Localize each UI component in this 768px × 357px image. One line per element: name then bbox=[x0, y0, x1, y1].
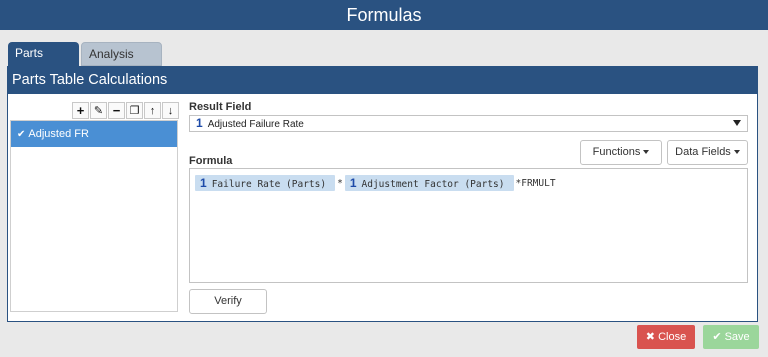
tab-analysis-tree[interactable]: Analysis Tree bbox=[81, 42, 162, 83]
functions-label: Functions bbox=[592, 146, 641, 158]
copy-icon: ❐ bbox=[129, 105, 140, 117]
plus-icon: + bbox=[76, 103, 85, 118]
data-fields-button[interactable]: Data Fields bbox=[667, 140, 748, 165]
move-down-button[interactable]: ↓ bbox=[162, 102, 179, 119]
pencil-icon: ✎ bbox=[93, 105, 104, 117]
formula-label: Formula bbox=[189, 155, 233, 167]
calculations-panel: Parts Table Calculations + ✎ − ❐ ↑ ↓ ✔ Ad… bbox=[7, 66, 758, 322]
verify-button[interactable]: Verify bbox=[189, 289, 267, 314]
save-label: Save bbox=[724, 331, 750, 343]
save-button[interactable]: ✔ Save bbox=[703, 325, 759, 349]
close-label: Close bbox=[658, 331, 687, 343]
data-fields-label: Data Fields bbox=[675, 146, 731, 158]
token-text: Failure Rate (Parts) bbox=[211, 179, 327, 190]
panel-title: Parts Table Calculations bbox=[8, 67, 757, 94]
caret-down-icon bbox=[643, 150, 650, 155]
list-item[interactable]: ✔ Adjusted FR bbox=[11, 121, 177, 147]
calculation-list: ✔ Adjusted FR bbox=[10, 120, 178, 312]
add-button[interactable]: + bbox=[72, 102, 89, 119]
formula-editor[interactable]: 1 Failure Rate (Parts) * 1 Adjustment Fact… bbox=[189, 168, 748, 283]
list-item-label: Adjusted FR bbox=[28, 128, 89, 140]
formula-token[interactable]: 1 Adjustment Factor (Parts) bbox=[344, 175, 514, 191]
checkmark-icon: ✔ bbox=[17, 129, 26, 140]
list-toolbar: + ✎ − ❐ ↑ ↓ bbox=[72, 102, 180, 119]
token-text: Adjustment Factor (Parts) bbox=[361, 179, 505, 190]
caret-down-icon bbox=[733, 150, 740, 155]
formula-token[interactable]: 1 Failure Rate (Parts) bbox=[195, 175, 336, 191]
badge-one-icon: 1 bbox=[349, 176, 357, 190]
arrow-down-icon: ↓ bbox=[167, 104, 174, 117]
copy-button[interactable]: ❐ bbox=[126, 102, 143, 119]
formula-operator: *FRMULT bbox=[515, 177, 556, 189]
result-field-select[interactable]: 1 Adjusted Failure Rate bbox=[189, 115, 748, 132]
remove-button[interactable]: − bbox=[108, 102, 125, 119]
result-field-label: Result Field bbox=[189, 101, 252, 113]
minus-icon: − bbox=[112, 103, 121, 118]
close-icon: ✖ bbox=[645, 331, 656, 343]
formula-expression: 1 Failure Rate (Parts) * 1 Adjustment Fact… bbox=[195, 175, 558, 191]
functions-button[interactable]: Functions bbox=[580, 140, 662, 165]
badge-one-icon: 1 bbox=[196, 116, 203, 130]
close-button[interactable]: ✖ Close bbox=[637, 325, 695, 349]
check-icon: ✔ bbox=[712, 331, 722, 343]
tab-parts-table[interactable]: Parts Table bbox=[8, 42, 79, 82]
result-field-value: Adjusted Failure Rate bbox=[207, 119, 304, 130]
badge-one-icon: 1 bbox=[200, 176, 207, 190]
move-up-button[interactable]: ↑ bbox=[144, 102, 161, 119]
window-title: Formulas bbox=[0, 0, 768, 30]
caret-down-icon bbox=[733, 120, 741, 126]
arrow-up-icon: ↑ bbox=[149, 104, 156, 117]
edit-button[interactable]: ✎ bbox=[90, 102, 107, 119]
formula-operator: * bbox=[337, 177, 343, 189]
